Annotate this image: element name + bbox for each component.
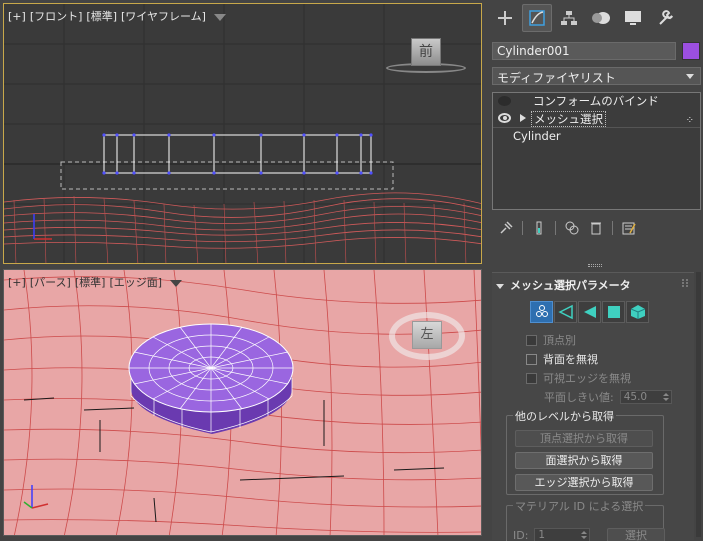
perspective-viewport[interactable]: [+] [パース] [標準] [エッジ面] — [3, 269, 482, 536]
by-vertex-checkbox-row[interactable]: 頂点別 — [526, 333, 576, 347]
configure-sets-icon[interactable] — [621, 220, 637, 236]
ignore-backfacing-label: 背面を無視 — [543, 353, 598, 366]
get-from-other-levels-title: 他のレベルから取得 — [513, 408, 616, 424]
rollout-title: メッシュ選択パラメータ — [510, 279, 631, 292]
ignore-backfacing-checkbox[interactable] — [526, 353, 537, 365]
object-color-swatch[interactable] — [682, 42, 700, 60]
utilities-wrench-icon[interactable] — [650, 4, 680, 32]
spinner-up-icon[interactable] — [581, 531, 588, 534]
perspective-viewport-canvas — [4, 270, 481, 535]
viewport-point-of-view-persp[interactable]: [パース] — [30, 276, 71, 289]
select-by-id-button[interactable]: 選択 — [607, 528, 665, 541]
filter-funnel-icon[interactable] — [213, 13, 226, 21]
viewport-shading-standard-persp[interactable]: [標準] — [75, 276, 106, 289]
ignore-backfacing-checkbox-row[interactable]: 背面を無視 — [526, 352, 598, 366]
command-panel: Cylinder001 モディファイヤリスト コンフォームのバインド (WSM)… — [486, 0, 703, 541]
ignore-visible-edges-checkbox[interactable] — [526, 372, 537, 384]
ignore-visible-edges-checkbox-row[interactable]: 可視エッジを無視 — [526, 371, 631, 385]
eye-off-icon[interactable] — [498, 96, 511, 106]
pin-stack-icon[interactable] — [498, 220, 514, 236]
rollout-scrollbar[interactable] — [696, 272, 701, 537]
planar-threshold-spinner[interactable]: 45.0 — [619, 390, 672, 404]
modifier-stack: コンフォームのバインド (WSM) メッシュ選択 ⁘ Cylinder — [492, 92, 701, 210]
toolbar-separator — [612, 221, 613, 235]
viewport-shading-mode[interactable]: [ワイヤフレーム] — [121, 10, 206, 23]
edge-level-button[interactable] — [554, 301, 577, 323]
create-plus-icon[interactable] — [490, 4, 520, 32]
stack-item-mesh-select[interactable]: メッシュ選択 ⁘ — [493, 110, 700, 127]
persp-viewport-label[interactable]: [+] [パース] [標準] [エッジ面] — [8, 274, 183, 290]
motion-icon[interactable] — [586, 4, 616, 32]
rollout-grip-icon[interactable] — [682, 279, 688, 287]
element-level-button[interactable] — [626, 301, 649, 323]
modifier-list-dropdown[interactable]: モディファイヤリスト — [492, 67, 701, 85]
chevron-down-icon — [686, 74, 694, 79]
viewport-shading-standard[interactable]: [標準] — [86, 10, 117, 23]
stack-item-conform-bind[interactable]: コンフォームのバインド (WSM) — [493, 93, 700, 125]
vertex-level-button[interactable] — [530, 301, 553, 323]
spinner-down-icon[interactable] — [581, 536, 588, 539]
material-id-label: ID: — [513, 528, 529, 541]
polygon-level-button[interactable] — [602, 301, 625, 323]
hierarchy-icon[interactable] — [554, 4, 584, 32]
select-by-material-id-group: マテリアル ID による選択 ID: 1 選択 — [506, 498, 665, 541]
stack-item-cylinder[interactable]: Cylinder — [493, 127, 700, 144]
mesh-select-parameters-rollout: メッシュ選択パラメータ 頂点別 背面を無視 可視エッジを無視 平面しきい値: 4… — [492, 272, 694, 541]
material-id-value: 1 — [538, 529, 546, 541]
eye-icon[interactable] — [498, 113, 511, 123]
axis-tripod-persp — [23, 485, 49, 509]
planar-threshold-row: 平面しきい値: 45.0 — [544, 389, 672, 405]
rollout-header[interactable]: メッシュ選択パラメータ — [496, 277, 631, 293]
select-by-material-id-title: マテリアル ID による選択 — [513, 498, 646, 514]
by-vertex-checkbox[interactable] — [526, 334, 537, 346]
stack-item-label: Cylinder — [513, 129, 561, 143]
viewport-point-of-view[interactable]: [フロント] — [30, 10, 83, 23]
stack-toolbar — [492, 218, 701, 238]
front-viewport-label[interactable]: [+] [フロント] [標準] [ワイヤフレーム] — [8, 8, 226, 24]
viewcube-front[interactable]: 前 — [411, 38, 441, 66]
display-icon[interactable] — [618, 4, 648, 32]
stack-item-label: メッシュ選択 — [531, 111, 606, 127]
command-panel-tabs — [486, 4, 703, 34]
get-vertex-selection-button[interactable]: 頂点選択から取得 — [515, 430, 653, 447]
get-edge-selection-button[interactable]: エッジ選択から取得 — [515, 474, 653, 491]
toolbar-separator — [522, 221, 523, 235]
panel-resize-grip[interactable] — [588, 264, 602, 267]
filter-funnel-icon-persp[interactable] — [170, 279, 183, 287]
spinner-down-icon[interactable] — [662, 398, 669, 401]
viewport-shading-mode-persp[interactable]: [エッジ面] — [109, 276, 162, 289]
material-id-row: ID: 1 — [513, 528, 591, 541]
ignore-visible-edges-label: 可視エッジを無視 — [543, 372, 631, 385]
by-vertex-label: 頂点別 — [543, 334, 576, 347]
modifier-list-label: モディファイヤリスト — [497, 71, 616, 85]
modify-icon[interactable] — [522, 4, 552, 32]
toolbar-separator — [555, 221, 556, 235]
get-from-other-levels-group: 他のレベルから取得 頂点選択から取得 面選択から取得 エッジ選択から取得 — [506, 408, 664, 495]
material-id-spinner[interactable]: 1 — [534, 528, 591, 541]
face-level-button[interactable] — [578, 301, 601, 323]
make-unique-icon[interactable] — [564, 220, 580, 236]
viewport-menu-plus[interactable]: [+] — [8, 10, 26, 23]
sub-object-level-buttons — [530, 301, 649, 323]
cylinder-perspective — [128, 323, 294, 434]
spinner-up-icon[interactable] — [662, 393, 669, 396]
planar-threshold-value: 45.0 — [623, 391, 648, 403]
viewcube-left[interactable]: 左 — [412, 321, 442, 349]
object-name-field[interactable]: Cylinder001 — [492, 42, 676, 60]
planar-threshold-label: 平面しきい値: — [544, 391, 614, 404]
show-end-result-icon[interactable] — [531, 220, 547, 236]
expand-triangle-icon[interactable] — [520, 114, 526, 122]
viewport-menu-plus-persp[interactable]: [+] — [8, 276, 26, 289]
trash-icon[interactable] — [588, 220, 604, 236]
collapse-triangle-icon — [496, 283, 504, 289]
get-face-selection-button[interactable]: 面選択から取得 — [515, 452, 653, 469]
